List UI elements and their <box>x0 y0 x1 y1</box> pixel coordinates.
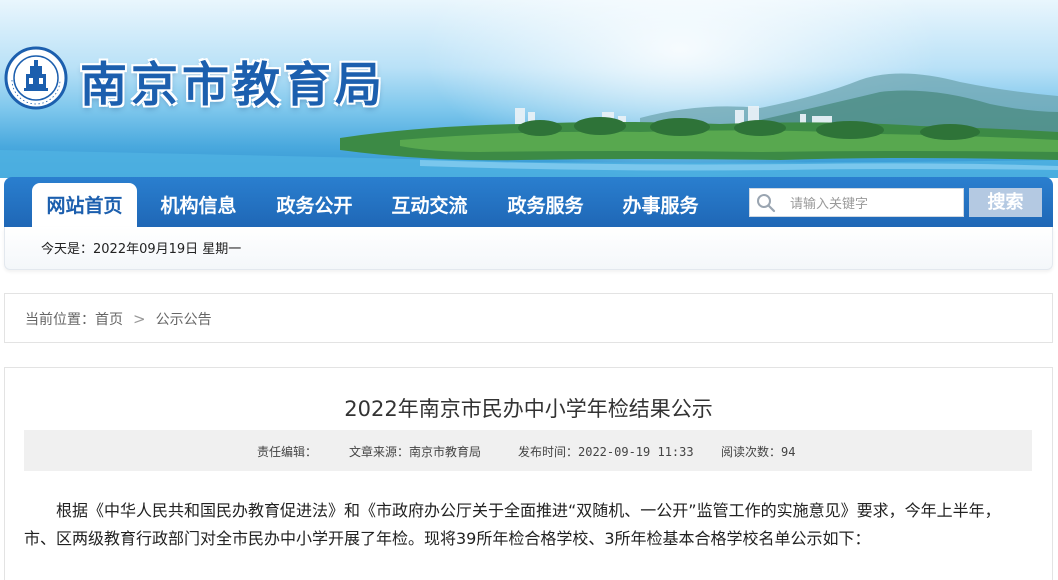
breadcrumb-separator: > <box>133 310 146 328</box>
current-date: 今天是：2022年09月19日 星期一 <box>41 242 242 257</box>
nav-item-services[interactable]: 政务服务 <box>493 183 598 227</box>
nav-item-home[interactable]: 网站首页 <box>32 183 137 227</box>
meta-source: 文章来源：南京市教育局 <box>349 445 482 459</box>
breadcrumb-home-link[interactable]: 首页 <box>95 309 123 329</box>
article-body-paragraph: 根据《中华人民共和国民办教育促进法》和《市政府办公厅关于全面推进“双随机、一公开… <box>24 501 1001 548</box>
header-banner: 南京市教育局 <box>0 0 1058 178</box>
article-container: 2022年南京市民办中小学年检结果公示 责任编辑： 文章来源：南京市教育局 发布… <box>4 367 1053 580</box>
date-bar: 今天是：2022年09月19日 星期一 <box>4 227 1053 270</box>
breadcrumb: 当前位置： 首页 > 公示公告 <box>25 309 212 329</box>
search-icon <box>757 194 776 213</box>
breadcrumb-announcements-link[interactable]: 公示公告 <box>156 309 212 329</box>
search-button[interactable]: 搜索 <box>969 188 1042 217</box>
site-title: 南京市教育局 <box>80 58 386 113</box>
meta-editor: 责任编辑： <box>257 445 318 459</box>
nav-item-interaction[interactable]: 互动交流 <box>377 183 482 227</box>
meta-publish-time: 发布时间：2022-09-19 11:33 <box>518 445 694 459</box>
article-title: 2022年南京市民办中小学年检结果公示 <box>344 397 713 421</box>
school-emblem-icon <box>4 46 68 110</box>
main-nav: 网站首页 机构信息 政务公开 互动交流 政务服务 办事服务 搜索 <box>4 177 1053 227</box>
nav-item-organization[interactable]: 机构信息 <box>146 183 251 227</box>
nav-item-government-affairs[interactable]: 政务公开 <box>262 183 367 227</box>
article-meta-bar: 责任编辑： 文章来源：南京市教育局 发布时间：2022-09-19 11:33 … <box>24 430 1032 471</box>
breadcrumb-box: 当前位置： 首页 > 公示公告 <box>4 293 1053 343</box>
nav-item-online-handling[interactable]: 办事服务 <box>608 183 713 227</box>
search-box <box>749 188 964 217</box>
search-input[interactable] <box>790 191 960 215</box>
breadcrumb-prefix: 当前位置： <box>25 312 95 328</box>
logo-emblem[interactable] <box>4 46 68 110</box>
meta-view-count: 阅读次数：94 <box>721 445 796 459</box>
